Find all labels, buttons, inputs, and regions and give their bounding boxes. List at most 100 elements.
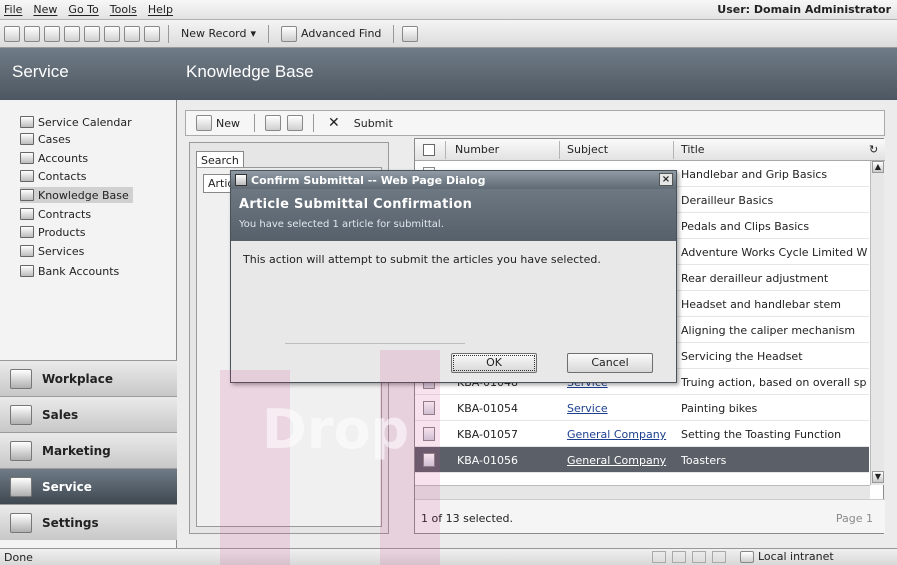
cancel-button[interactable]: Cancel bbox=[567, 353, 653, 373]
menu-new[interactable]: New bbox=[33, 3, 57, 16]
export-icon[interactable] bbox=[287, 115, 303, 131]
article-subject-link[interactable]: General Company bbox=[567, 428, 666, 441]
wunderbar-settings[interactable]: Settings bbox=[0, 504, 177, 540]
column-header-subject[interactable]: Subject bbox=[567, 143, 608, 156]
article-title: Pedals and Clips Basics bbox=[681, 220, 810, 233]
horizontal-scrollbar[interactable] bbox=[415, 485, 870, 499]
article-subject-link[interactable]: Service bbox=[567, 402, 608, 415]
navigation-pane: Service Calendar Cases Accounts Contacts… bbox=[0, 100, 177, 548]
print-icon[interactable] bbox=[84, 25, 100, 42]
advanced-find-button[interactable]: Advanced Find bbox=[277, 25, 385, 42]
menu-tools[interactable]: Tools bbox=[110, 3, 137, 16]
confirm-submittal-dialog: Confirm Submittal -- Web Page Dialog × A… bbox=[230, 170, 677, 383]
wunderbar-service[interactable]: Service bbox=[0, 468, 177, 504]
article-icon bbox=[423, 401, 435, 415]
submit-button[interactable]: Submit bbox=[350, 117, 397, 130]
marketing-icon bbox=[10, 440, 32, 461]
column-separator bbox=[673, 141, 674, 159]
article-title: Rear derailleur adjustment bbox=[681, 272, 829, 285]
table-row-selected[interactable]: KBA-01056 General Company Toasters bbox=[415, 447, 869, 473]
refresh-grid-icon[interactable]: ↻ bbox=[869, 143, 878, 156]
new-button[interactable]: New bbox=[192, 115, 244, 131]
menu-file[interactable]: File bbox=[4, 3, 22, 16]
nav-item-knowledge-base[interactable]: Knowledge Base bbox=[20, 187, 133, 203]
close-icon[interactable]: × bbox=[659, 173, 673, 186]
nav-item-bank-accounts[interactable]: Bank Accounts bbox=[20, 263, 119, 279]
help-icon[interactable] bbox=[402, 25, 419, 42]
case-icon bbox=[20, 133, 34, 145]
ok-button[interactable]: OK bbox=[451, 353, 537, 373]
calendar-icon[interactable] bbox=[104, 25, 120, 42]
vertical-scrollbar[interactable]: ▲ ▼ bbox=[870, 161, 884, 485]
wunderbar-label: Settings bbox=[42, 515, 99, 530]
delete-icon: ✕ bbox=[328, 115, 340, 131]
nav-item-accounts[interactable]: Accounts bbox=[20, 150, 88, 166]
menu-bar: File New Go To Tools Help User: Domain A… bbox=[0, 0, 897, 20]
home-icon[interactable] bbox=[64, 25, 80, 42]
nav-item-contracts[interactable]: Contracts bbox=[20, 206, 91, 222]
forward-icon[interactable] bbox=[24, 25, 40, 42]
intranet-icon bbox=[740, 550, 754, 563]
account-icon bbox=[20, 152, 34, 164]
article-icon bbox=[423, 427, 435, 441]
refresh-icon[interactable] bbox=[44, 25, 60, 42]
selection-count: 1 of 13 selected. bbox=[421, 512, 514, 525]
column-header-title[interactable]: Title bbox=[681, 143, 705, 156]
dialog-subheading: You have selected 1 article for submitta… bbox=[239, 219, 444, 230]
article-title: Headset and handlebar stem bbox=[681, 298, 842, 311]
contract-icon bbox=[20, 208, 34, 220]
sales-icon bbox=[10, 404, 32, 425]
back-icon[interactable] bbox=[4, 25, 20, 42]
article-number: KBA-01057 bbox=[457, 428, 519, 441]
grid-header: Number Subject Title ↻ bbox=[415, 139, 885, 161]
wunderbar-sales[interactable]: Sales bbox=[0, 396, 177, 432]
advanced-find-icon bbox=[281, 25, 298, 42]
service-icon bbox=[10, 476, 32, 497]
new-record-button[interactable]: New Record ▾ bbox=[177, 27, 260, 40]
chevron-down-icon: ▾ bbox=[250, 27, 257, 40]
article-title: Servicing the Headset bbox=[681, 350, 803, 363]
table-row[interactable]: KBA-01057 General Company Setting the To… bbox=[415, 421, 869, 447]
product-icon bbox=[20, 226, 34, 238]
menu-help[interactable]: Help bbox=[148, 3, 173, 16]
toolbar-separator bbox=[313, 114, 314, 132]
dialog-title: Confirm Submittal -- Web Page Dialog bbox=[251, 173, 486, 187]
phone-icon[interactable] bbox=[144, 25, 160, 42]
article-number: KBA-01054 bbox=[457, 402, 519, 415]
security-zone: Local intranet bbox=[740, 550, 834, 563]
page-header: Service Knowledge Base bbox=[0, 48, 897, 100]
article-number: KBA-01056 bbox=[457, 454, 519, 467]
article-title: Setting the Toasting Function bbox=[681, 428, 842, 441]
nav-item-label: Accounts bbox=[38, 151, 89, 165]
nav-item-label: Bank Accounts bbox=[38, 264, 120, 278]
article-subject-link[interactable]: General Company bbox=[567, 454, 666, 467]
new-button-label: New bbox=[216, 116, 240, 130]
service-icon bbox=[20, 245, 34, 257]
nav-item-label: Knowledge Base bbox=[38, 188, 129, 202]
nav-item-cases[interactable]: Cases bbox=[20, 131, 71, 147]
table-row[interactable]: KBA-01054 Service Painting bikes bbox=[415, 395, 869, 421]
column-separator bbox=[445, 141, 446, 159]
wunderbar-label: Sales bbox=[42, 407, 79, 422]
column-header-number[interactable]: Number bbox=[455, 143, 499, 156]
email-icon[interactable] bbox=[124, 25, 140, 42]
nav-item-services[interactable]: Services bbox=[20, 243, 84, 259]
print-icon[interactable] bbox=[265, 115, 281, 131]
dialog-header: Article Submittal Confirmation You have … bbox=[231, 189, 676, 241]
nav-item-contacts[interactable]: Contacts bbox=[20, 168, 87, 184]
advanced-find-label: Advanced Find bbox=[301, 27, 382, 40]
menu-go-to[interactable]: Go To bbox=[68, 3, 98, 16]
zone-label: Local intranet bbox=[758, 550, 834, 563]
nav-item-service-calendar[interactable]: Service Calendar bbox=[20, 114, 132, 130]
nav-item-products[interactable]: Products bbox=[20, 224, 86, 240]
scroll-down-icon[interactable]: ▼ bbox=[872, 471, 884, 483]
column-separator bbox=[559, 141, 560, 159]
grid-footer: 1 of 13 selected. Page 1 bbox=[415, 499, 885, 533]
select-all-checkbox[interactable] bbox=[423, 144, 435, 156]
nav-item-label: Services bbox=[38, 244, 85, 258]
wunderbar-marketing[interactable]: Marketing bbox=[0, 432, 177, 468]
wunderbar-workplace[interactable]: Workplace bbox=[0, 360, 177, 396]
delete-button[interactable]: ✕ bbox=[324, 115, 344, 131]
article-title: Adventure Works Cycle Limited W bbox=[681, 246, 867, 259]
scroll-up-icon[interactable]: ▲ bbox=[872, 161, 884, 173]
